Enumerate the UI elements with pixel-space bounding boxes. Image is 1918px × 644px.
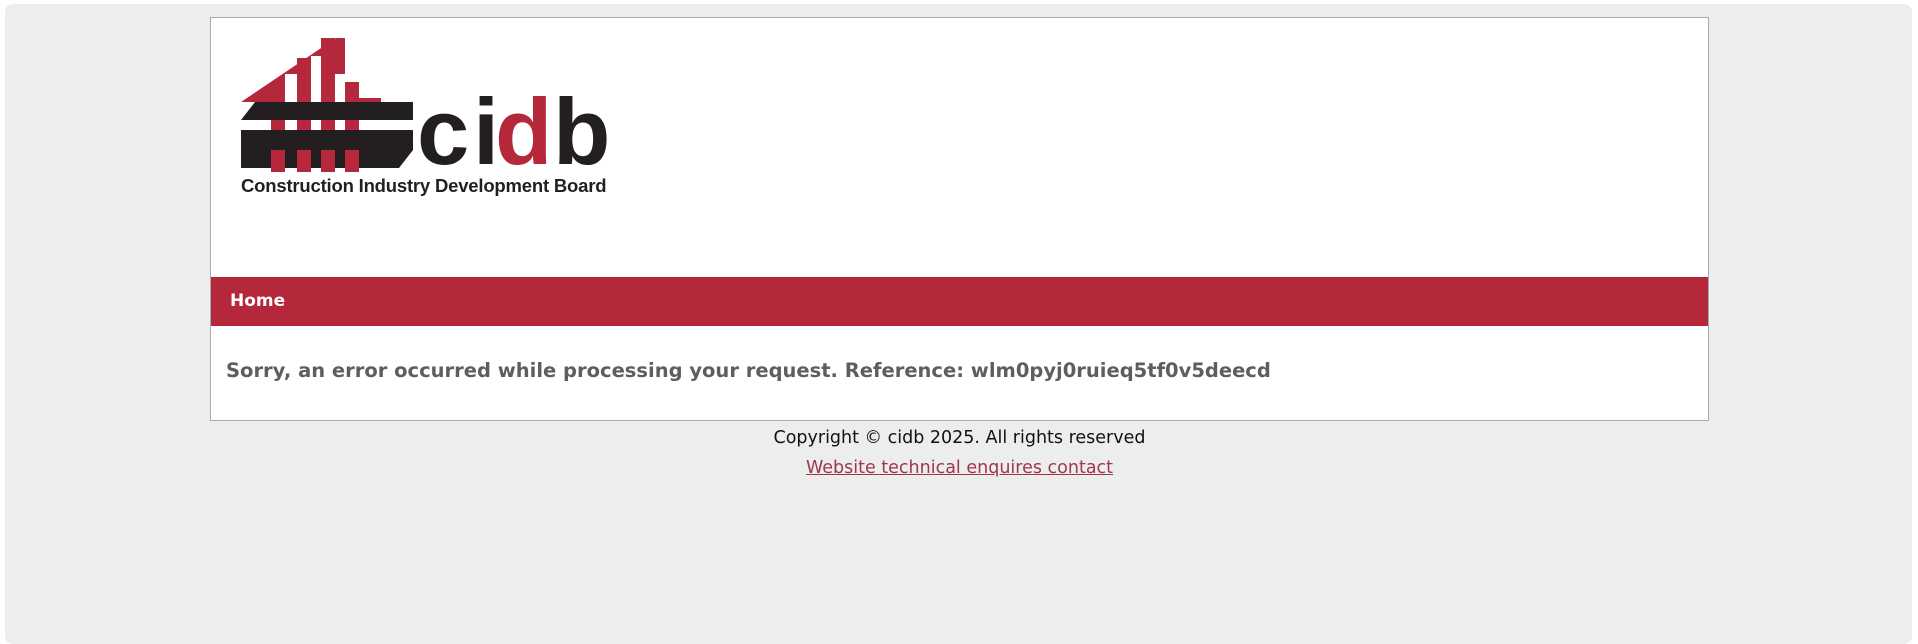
- technical-enquiries-link[interactable]: Website technical enquires contact: [806, 455, 1113, 481]
- copyright-text: Copyright © cidb 2025. All rights reserv…: [773, 428, 1146, 448]
- svg-text:c: c: [417, 79, 467, 178]
- main-card: c i d b Construction Industry Developmen…: [210, 17, 1709, 421]
- page-background: c i d b Construction Industry Developmen…: [5, 4, 1912, 644]
- logo-subtitle: Construction Industry Development Board: [241, 175, 607, 196]
- error-message: Sorry, an error occurred while processin…: [226, 359, 1271, 382]
- nav-item-home[interactable]: Home: [230, 277, 285, 326]
- footer: Copyright © cidb 2025. All rights reserv…: [210, 425, 1709, 481]
- header: c i d b Construction Industry Developmen…: [211, 18, 1708, 277]
- svg-text:b: b: [553, 79, 610, 178]
- svg-text:d: d: [495, 79, 552, 178]
- main-navbar: Home: [211, 277, 1708, 326]
- cidb-logo-mark-icon: c i d b: [241, 38, 610, 184]
